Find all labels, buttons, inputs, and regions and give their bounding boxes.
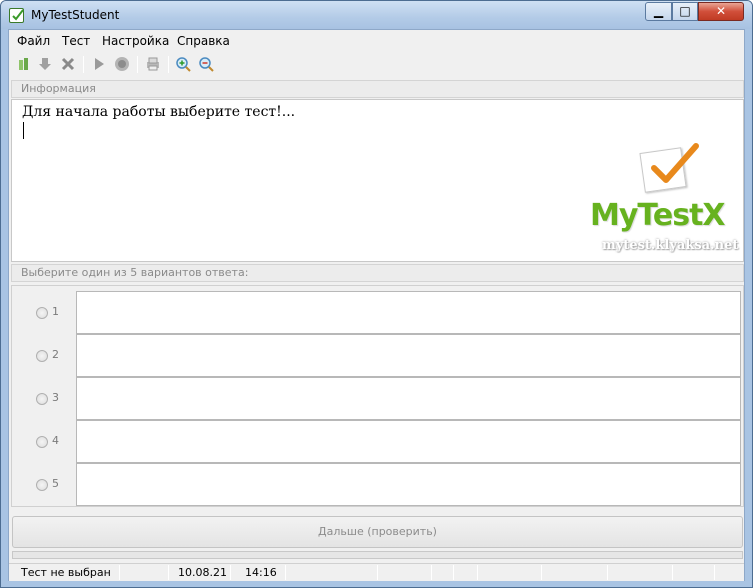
- answer-text-box[interactable]: [76, 291, 741, 334]
- window-title: MyTestStudent: [31, 8, 120, 22]
- answer-radio[interactable]: [36, 436, 48, 448]
- status-divider: [168, 565, 169, 580]
- status-divider: [541, 565, 542, 580]
- status-divider: [714, 565, 715, 580]
- logo-check-icon: [651, 143, 699, 183]
- answers-panel: 1 2 3 4 5: [11, 285, 744, 507]
- answer-row: 5: [12, 463, 745, 506]
- toolbar: [9, 53, 744, 77]
- status-divider: [230, 565, 231, 580]
- answer-text-box[interactable]: [76, 334, 741, 377]
- status-divider: [607, 565, 608, 580]
- app-window: MyTestStudent ▁ □ ✕ Файл Тест Настройка …: [0, 0, 753, 588]
- status-bar: Тест не выбран 10.08.21 14:16: [9, 563, 744, 581]
- mytestx-logo: MyTestX mytest.klyaksa.net: [590, 142, 740, 260]
- status-divider: [477, 565, 478, 580]
- answers-section-label: Выберите один из 5 вариантов ответа:: [11, 264, 744, 282]
- toolbar-separator: [83, 56, 84, 73]
- print-icon[interactable]: [144, 55, 162, 73]
- menu-help[interactable]: Справка: [177, 34, 230, 48]
- answer-number: 3: [52, 391, 59, 404]
- progress-strip: [12, 551, 743, 559]
- play-icon[interactable]: [90, 55, 108, 73]
- maximize-icon: □: [679, 4, 691, 18]
- info-section-label: Информация: [11, 80, 744, 98]
- close-icon: ✕: [715, 4, 727, 18]
- logo-name: MyTestX: [590, 198, 726, 233]
- client-area: Файл Тест Настройка Справка Информация Д…: [8, 29, 745, 581]
- menu-bar: Файл Тест Настройка Справка: [9, 30, 744, 52]
- minimize-button[interactable]: ▁: [645, 2, 672, 21]
- answer-number: 1: [52, 305, 59, 318]
- answer-radio[interactable]: [36, 307, 48, 319]
- open-test-icon[interactable]: [15, 55, 33, 73]
- menu-file[interactable]: Файл: [17, 34, 50, 48]
- next-check-button[interactable]: Дальше (проверить): [12, 516, 743, 548]
- answer-number: 4: [52, 434, 59, 447]
- info-message: Для начала работы выберите тест!...: [22, 104, 296, 120]
- answer-text-box[interactable]: [76, 463, 741, 506]
- title-bar[interactable]: MyTestStudent ▁ □ ✕: [1, 1, 752, 29]
- status-divider: [119, 565, 120, 580]
- info-panel[interactable]: Для начала работы выберите тест!... MyTe…: [11, 99, 744, 262]
- maximize-button[interactable]: □: [672, 2, 698, 21]
- answer-radio[interactable]: [36, 479, 48, 491]
- status-date: 10.08.21: [178, 566, 227, 579]
- answer-row: 1: [12, 291, 745, 334]
- status-divider: [285, 565, 286, 580]
- status-divider: [377, 565, 378, 580]
- toolbar-separator: [168, 56, 169, 73]
- status-time: 14:16: [245, 566, 277, 579]
- answer-row: 4: [12, 420, 745, 463]
- status-divider: [453, 565, 454, 580]
- status-divider: [431, 565, 432, 580]
- close-test-icon[interactable]: [59, 55, 77, 73]
- app-check-icon: [9, 8, 24, 23]
- download-icon[interactable]: [36, 55, 54, 73]
- zoom-in-icon[interactable]: [174, 55, 192, 73]
- answer-radio[interactable]: [36, 350, 48, 362]
- text-caret: [23, 122, 24, 139]
- answer-number: 2: [52, 348, 59, 361]
- logo-url: mytest.klyaksa.net: [602, 238, 739, 253]
- answer-text-box[interactable]: [76, 377, 741, 420]
- answer-row: 2: [12, 334, 745, 377]
- menu-test[interactable]: Тест: [62, 34, 90, 48]
- answer-row: 3: [12, 377, 745, 420]
- status-divider: [672, 565, 673, 580]
- stop-icon[interactable]: [113, 55, 131, 73]
- answer-text-box[interactable]: [76, 420, 741, 463]
- minimize-icon: ▁: [653, 4, 664, 18]
- menu-settings[interactable]: Настройка: [102, 34, 169, 48]
- close-button[interactable]: ✕: [698, 2, 744, 21]
- zoom-out-icon[interactable]: [197, 55, 215, 73]
- status-test: Тест не выбран: [21, 566, 111, 579]
- toolbar-separator: [137, 56, 138, 73]
- answer-number: 5: [52, 477, 59, 490]
- answer-radio[interactable]: [36, 393, 48, 405]
